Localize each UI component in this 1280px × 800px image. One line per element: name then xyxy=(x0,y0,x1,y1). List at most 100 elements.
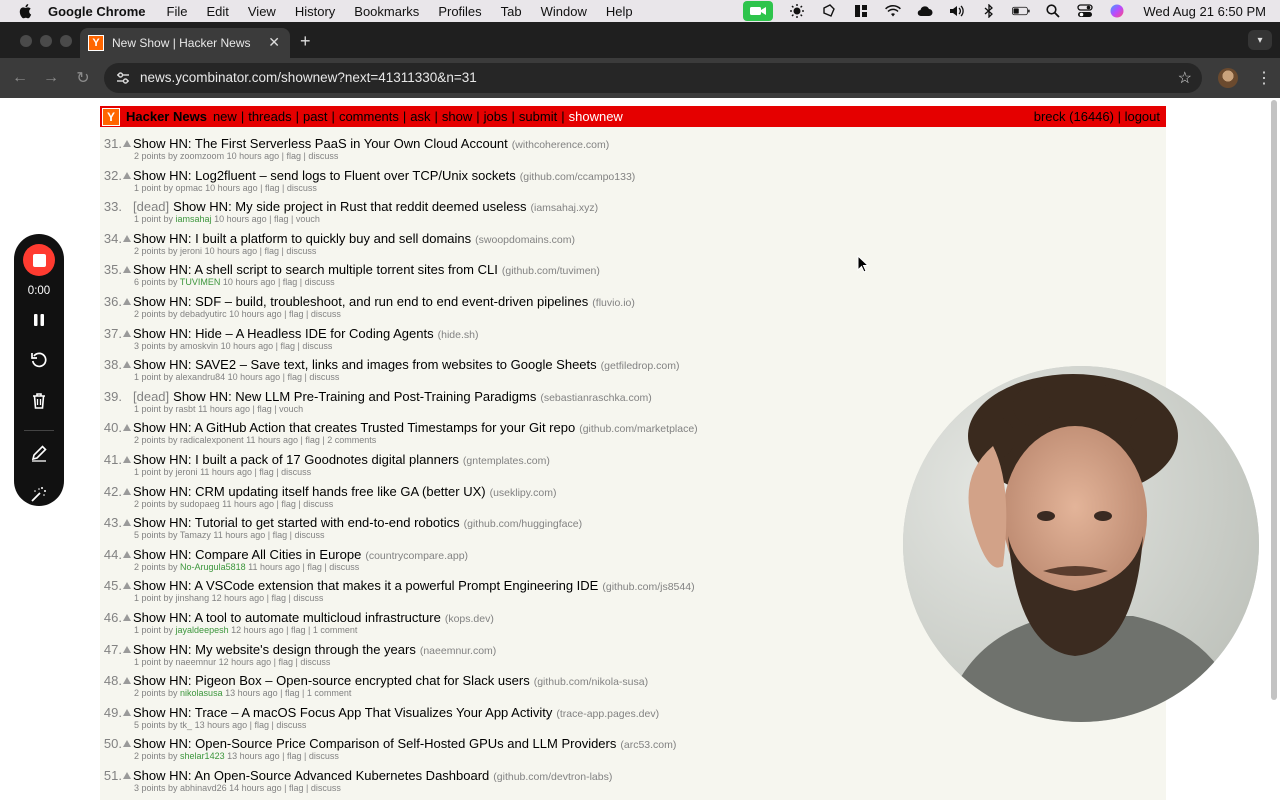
story-title-link[interactable]: Show HN: I built a pack of 17 Goodnotes … xyxy=(133,452,459,467)
story-comments-link[interactable]: discuss xyxy=(302,341,332,351)
story-age-link[interactable]: 10 hours ago xyxy=(223,277,276,287)
story-title-link[interactable]: Show HN: An Open-Source Advanced Kuberne… xyxy=(133,768,489,783)
story-site-link[interactable]: (useklipy.com) xyxy=(490,487,557,499)
upvote-arrow-icon[interactable] xyxy=(123,487,131,495)
story-user-link[interactable]: shelar1423 xyxy=(180,751,225,761)
scrollbar-thumb[interactable] xyxy=(1271,100,1277,700)
story-user-link[interactable]: jinshang xyxy=(176,593,210,603)
story-site-link[interactable]: (swoopdomains.com) xyxy=(475,234,575,246)
story-title-link[interactable]: Show HN: A shell script to search multip… xyxy=(133,262,498,277)
story-title-link[interactable]: Show HN: Log2fluent – send logs to Fluen… xyxy=(133,168,516,183)
story-flag-link[interactable]: flag xyxy=(259,467,274,477)
upvote-arrow-icon[interactable] xyxy=(123,708,131,716)
story-user-link[interactable]: rasbt xyxy=(176,404,196,414)
story-age-link[interactable]: 11 hours ago xyxy=(246,435,298,445)
story-title-link[interactable]: Show HN: The First Serverless PaaS in Yo… xyxy=(133,136,508,151)
menu-file[interactable]: File xyxy=(167,4,188,19)
story-comments-link[interactable]: vouch xyxy=(296,214,320,224)
story-comments-link[interactable]: discuss xyxy=(305,277,335,287)
story-flag-link[interactable]: flag xyxy=(280,341,295,351)
story-comments-link[interactable]: discuss xyxy=(329,562,359,572)
story-flag-link[interactable]: flag xyxy=(289,309,304,319)
pause-icon[interactable] xyxy=(29,310,49,330)
bluetooth-icon[interactable] xyxy=(980,4,998,18)
nav-link-past[interactable]: past xyxy=(303,109,328,124)
story-age-link[interactable]: 13 hours ago xyxy=(227,751,280,761)
upvote-arrow-icon[interactable] xyxy=(123,455,131,463)
story-age-link[interactable]: 10 hours ago xyxy=(221,341,274,351)
story-site-link[interactable]: (arc53.com) xyxy=(620,739,676,751)
story-title-link[interactable]: Show HN: I built a platform to quickly b… xyxy=(133,231,471,246)
minimize-window-button[interactable] xyxy=(40,35,52,47)
story-flag-link[interactable]: flag xyxy=(288,372,303,382)
story-age-link[interactable]: 10 hours ago xyxy=(227,151,280,161)
menu-bookmarks[interactable]: Bookmarks xyxy=(354,4,419,19)
story-site-link[interactable]: (github.com/devtron-labs) xyxy=(493,771,612,783)
story-comments-link[interactable]: vouch xyxy=(279,404,303,414)
close-tab-icon[interactable]: ✕ xyxy=(268,34,280,51)
story-site-link[interactable]: (withcoherence.com) xyxy=(512,139,609,151)
story-age-link[interactable]: 11 hours ago xyxy=(213,530,265,540)
story-comments-link[interactable]: discuss xyxy=(294,530,324,540)
story-user-link[interactable]: TUVIMEN xyxy=(180,277,221,287)
nav-link-submit[interactable]: submit xyxy=(519,109,557,124)
menu-edit[interactable]: Edit xyxy=(206,4,228,19)
siri-icon[interactable] xyxy=(1108,4,1126,18)
story-user-link[interactable]: sudopaeg xyxy=(180,499,220,509)
trash-icon[interactable] xyxy=(29,391,49,411)
story-age-link[interactable]: 12 hours ago xyxy=(212,593,265,603)
menu-profiles[interactable]: Profiles xyxy=(438,4,481,19)
brightness-icon[interactable] xyxy=(788,4,806,18)
story-title-link[interactable]: Show HN: My website's design through the… xyxy=(133,642,416,657)
upvote-arrow-icon[interactable] xyxy=(123,234,131,242)
upvote-arrow-icon[interactable] xyxy=(123,329,131,337)
upvote-arrow-icon[interactable] xyxy=(123,771,131,779)
story-title-link[interactable]: Show HN: New LLM Pre-Training and Post-T… xyxy=(173,389,536,404)
story-age-link[interactable]: 10 hours ago xyxy=(214,214,267,224)
upvote-arrow-icon[interactable] xyxy=(123,677,131,685)
story-comments-link[interactable]: discuss xyxy=(308,151,338,161)
upvote-arrow-icon[interactable] xyxy=(123,171,131,179)
menu-window[interactable]: Window xyxy=(541,4,587,19)
upvote-arrow-icon[interactable] xyxy=(123,582,131,590)
close-window-button[interactable] xyxy=(20,35,32,47)
apple-icon[interactable] xyxy=(18,3,32,19)
nav-link-new[interactable]: new xyxy=(213,109,237,124)
story-site-link[interactable]: (gntemplates.com) xyxy=(463,455,550,467)
story-flag-link[interactable]: flag xyxy=(271,593,286,603)
story-flag-link[interactable]: flag xyxy=(285,688,300,698)
story-user-link[interactable]: naeemnur xyxy=(176,657,217,667)
story-user-link[interactable]: abhinavd26 xyxy=(180,783,227,793)
story-comments-link[interactable]: discuss xyxy=(311,309,341,319)
story-age-link[interactable]: 13 hours ago xyxy=(225,688,278,698)
story-user-link[interactable]: No-Arugula5818 xyxy=(180,562,246,572)
story-age-link[interactable]: 13 hours ago xyxy=(195,720,248,730)
battery-icon[interactable] xyxy=(1012,4,1030,18)
story-title-link[interactable]: Show HN: Open-Source Price Comparison of… xyxy=(133,736,616,751)
story-site-link[interactable]: (github.com/ccampo133) xyxy=(520,171,636,183)
story-comments-link[interactable]: discuss xyxy=(309,372,339,382)
story-comments-link[interactable]: 2 comments xyxy=(327,435,376,445)
story-site-link[interactable]: (github.com/nikola-susa) xyxy=(534,676,648,688)
story-comments-link[interactable]: 1 comment xyxy=(313,625,358,635)
reload-icon[interactable]: ↻ xyxy=(74,69,92,87)
hn-site-name[interactable]: Hacker News xyxy=(126,109,207,124)
upvote-arrow-icon[interactable] xyxy=(123,361,131,369)
browser-tab-active[interactable]: Y New Show | Hacker News ✕ xyxy=(80,28,290,58)
record-stop-icon[interactable] xyxy=(23,244,55,276)
story-user-link[interactable]: iamsahaj xyxy=(176,214,212,224)
story-comments-link[interactable]: discuss xyxy=(276,720,306,730)
effects-icon[interactable] xyxy=(29,484,49,504)
story-user-link[interactable]: jeroni xyxy=(180,246,202,256)
menu-clock[interactable]: Wed Aug 21 6:50 PM xyxy=(1143,4,1266,19)
scrollbar[interactable] xyxy=(1270,100,1278,790)
upvote-arrow-icon[interactable] xyxy=(123,266,131,274)
menu-app-name[interactable]: Google Chrome xyxy=(48,4,146,19)
story-flag-link[interactable]: flag xyxy=(254,720,269,730)
logout-link[interactable]: logout xyxy=(1125,109,1160,124)
cloud-icon[interactable] xyxy=(916,4,934,18)
menu-view[interactable]: View xyxy=(248,4,276,19)
story-age-link[interactable]: 14 hours ago xyxy=(229,783,282,793)
menu-help[interactable]: Help xyxy=(606,4,633,19)
bookmark-star-icon[interactable]: ☆ xyxy=(1178,68,1192,88)
